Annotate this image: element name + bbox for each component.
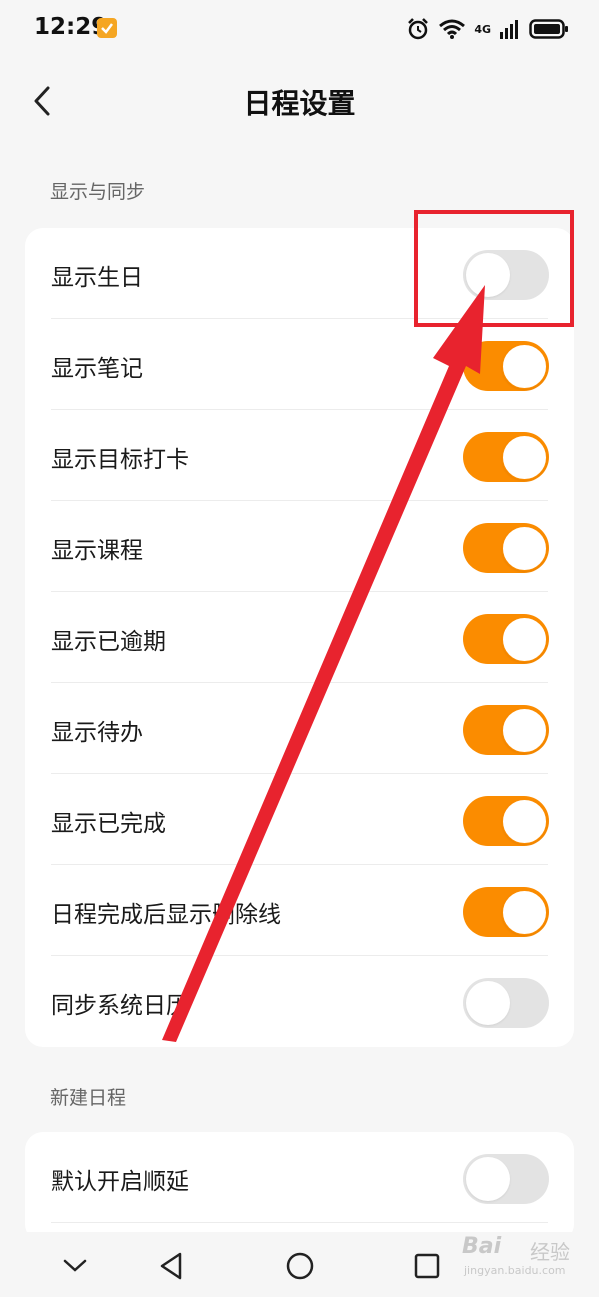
chevron-down-icon — [63, 1259, 87, 1272]
notification-check-icon — [97, 18, 117, 38]
toggle-knob — [502, 525, 547, 571]
square-recents-icon — [414, 1253, 440, 1279]
toggle-switch[interactable] — [463, 1154, 549, 1204]
divider — [51, 1222, 548, 1223]
toggle-switch[interactable] — [463, 978, 549, 1028]
toggle-knob — [502, 707, 547, 753]
setting-row[interactable]: 显示笔记 — [25, 319, 574, 410]
display-sync-card: 显示生日 显示笔记 显示目标打卡 显示课程 显示已逾期 显示待办 显示已完成 日… — [25, 228, 574, 1047]
section-title-new-schedule: 新建日程 — [50, 1087, 127, 1109]
setting-row[interactable]: 显示待办 — [25, 683, 574, 774]
toggle-switch[interactable] — [463, 614, 549, 664]
toggle-knob — [502, 798, 547, 844]
toggle-knob — [466, 1157, 510, 1201]
setting-label: 显示已逾期 — [51, 629, 166, 655]
toggle-knob — [466, 981, 510, 1025]
battery-icon — [529, 19, 568, 39]
toggle-knob — [502, 889, 547, 935]
setting-row[interactable]: 显示目标打卡 — [25, 410, 574, 501]
circle-home-icon — [286, 1252, 314, 1280]
alarm-icon — [408, 18, 429, 40]
setting-label: 显示笔记 — [51, 356, 143, 382]
wifi-icon — [439, 19, 466, 39]
nav-recents-button[interactable] — [407, 1246, 447, 1286]
nav-collapse-button[interactable] — [55, 1246, 95, 1286]
setting-row[interactable]: 日程完成后显示删除线 — [25, 865, 574, 956]
toggle-switch[interactable] — [463, 341, 549, 391]
toggle-switch[interactable] — [463, 432, 549, 482]
setting-row[interactable]: 同步系统日历 — [25, 956, 574, 1047]
toggle-knob — [502, 434, 547, 480]
network-type: 4G — [474, 22, 491, 36]
section-title-display-sync: 显示与同步 — [50, 181, 146, 203]
setting-label: 默认开启顺延 — [51, 1169, 189, 1195]
toggle-switch[interactable] — [463, 523, 549, 573]
setting-row[interactable]: 显示课程 — [25, 501, 574, 592]
toggle-switch[interactable] — [463, 705, 549, 755]
nav-back-button[interactable] — [152, 1246, 192, 1286]
setting-label: 日程完成后显示删除线 — [51, 902, 281, 928]
setting-row[interactable]: 默认开启顺延 — [25, 1132, 574, 1223]
triangle-back-icon — [160, 1252, 182, 1280]
new-schedule-card: 默认开启顺延 — [25, 1132, 574, 1242]
watermark-cn: 经验 — [530, 1240, 570, 1264]
setting-label: 显示课程 — [51, 538, 143, 564]
watermark-url: jingyan.baidu.com — [464, 1264, 566, 1277]
setting-label: 同步系统日历 — [51, 993, 189, 1019]
setting-label: 显示待办 — [51, 720, 143, 746]
toggle-knob — [502, 343, 547, 389]
setting-label: 显示已完成 — [51, 811, 166, 837]
setting-label: 显示目标打卡 — [51, 447, 189, 473]
toggle-switch[interactable] — [463, 887, 549, 937]
header: 日程设置 — [0, 60, 599, 142]
annotation-highlight-box — [414, 210, 574, 327]
toggle-knob — [502, 616, 547, 662]
toggle-switch[interactable] — [463, 796, 549, 846]
page-title: 日程设置 — [243, 87, 356, 120]
status-bar: 12:29 4G — [0, 0, 599, 60]
nav-home-button[interactable] — [280, 1246, 320, 1286]
setting-row[interactable]: 显示已逾期 — [25, 592, 574, 683]
baidu-watermark: Bai 经验 jingyan.baidu.com — [462, 1234, 592, 1280]
setting-label: 显示生日 — [51, 265, 143, 291]
status-icons: 4G — [406, 14, 569, 44]
watermark-brand: Bai — [462, 1234, 502, 1259]
setting-row[interactable]: 显示已完成 — [25, 774, 574, 865]
signal-icon — [500, 20, 518, 39]
